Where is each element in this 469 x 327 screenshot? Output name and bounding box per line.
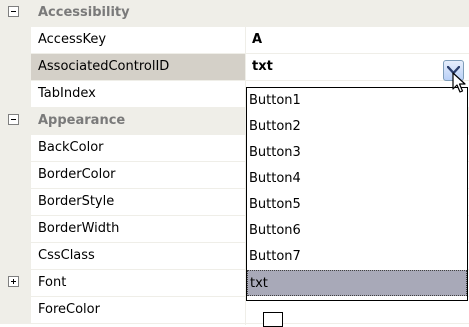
property-name: BorderWidth xyxy=(38,221,120,236)
property-name: Font xyxy=(38,275,67,290)
collapse-icon[interactable] xyxy=(8,6,19,17)
dropdown-option-selected[interactable]: txt xyxy=(247,270,467,296)
property-name-cell: Font xyxy=(31,270,245,297)
dropdown-option[interactable]: Button1 xyxy=(247,88,467,114)
property-name-cell: TabIndex xyxy=(31,81,245,108)
property-name: AccessKey xyxy=(38,32,107,47)
property-name-cell: BackColor xyxy=(31,135,245,162)
property-row-associated-control-id[interactable]: AssociatedControlID txt xyxy=(0,54,469,81)
property-value[interactable]: txt xyxy=(252,59,273,74)
property-name-cell: ForeColor xyxy=(31,297,245,324)
row-gutter xyxy=(0,216,31,243)
row-gutter xyxy=(0,243,31,270)
property-name-cell: BorderStyle xyxy=(31,189,245,216)
row-gutter xyxy=(0,270,31,297)
dropdown-option[interactable]: Button3 xyxy=(247,140,467,166)
property-value[interactable]: A xyxy=(252,32,262,47)
category-name-cell: Appearance xyxy=(31,108,245,135)
property-name-cell: BorderWidth xyxy=(31,216,245,243)
property-row-access-key[interactable]: AccessKey A xyxy=(0,27,469,54)
mouse-pointer-icon xyxy=(452,72,466,93)
dropdown-option[interactable]: Button2 xyxy=(247,114,467,140)
property-name: CssClass xyxy=(38,248,95,263)
row-gutter xyxy=(0,297,31,324)
row-gutter xyxy=(0,162,31,189)
property-grid: Accessibility AccessKey A AssociatedCont… xyxy=(0,0,469,327)
row-gutter xyxy=(0,0,31,27)
property-row-fore-color[interactable]: ForeColor xyxy=(0,297,469,324)
row-gutter xyxy=(0,54,31,81)
property-name-cell: AssociatedControlID xyxy=(31,54,245,81)
row-gutter xyxy=(0,108,31,135)
row-gutter xyxy=(0,81,31,108)
property-value-cell[interactable]: A xyxy=(246,27,469,54)
property-name-cell: AccessKey xyxy=(31,27,245,54)
dropdown-option[interactable]: Button6 xyxy=(247,218,467,244)
collapse-icon[interactable] xyxy=(8,114,19,125)
category-label: Accessibility xyxy=(38,5,130,20)
category-accessibility[interactable]: Accessibility xyxy=(0,0,469,27)
category-name-cell: Accessibility xyxy=(31,0,245,27)
property-name: BorderColor xyxy=(38,167,116,182)
row-gutter xyxy=(0,27,31,54)
property-name: AssociatedControlID xyxy=(38,59,170,74)
property-name: BackColor xyxy=(38,140,104,155)
expand-icon[interactable] xyxy=(8,276,19,287)
dropdown-option[interactable]: Button4 xyxy=(247,166,467,192)
category-label: Appearance xyxy=(38,113,126,128)
property-value-cell[interactable]: txt xyxy=(246,54,469,81)
row-gutter xyxy=(0,135,31,162)
dropdown-option[interactable]: Button5 xyxy=(247,192,467,218)
dropdown-list[interactable]: Button1 Button2 Button3 Button4 Button5 … xyxy=(246,87,468,301)
property-name: BorderStyle xyxy=(38,194,115,209)
dropdown-option[interactable]: Button7 xyxy=(247,244,467,270)
property-name-cell: CssClass xyxy=(31,243,245,270)
category-value-cell xyxy=(246,0,469,27)
property-name-cell: BorderColor xyxy=(31,162,245,189)
property-name: ForeColor xyxy=(38,302,100,317)
property-name: TabIndex xyxy=(38,86,96,101)
row-gutter xyxy=(0,189,31,216)
